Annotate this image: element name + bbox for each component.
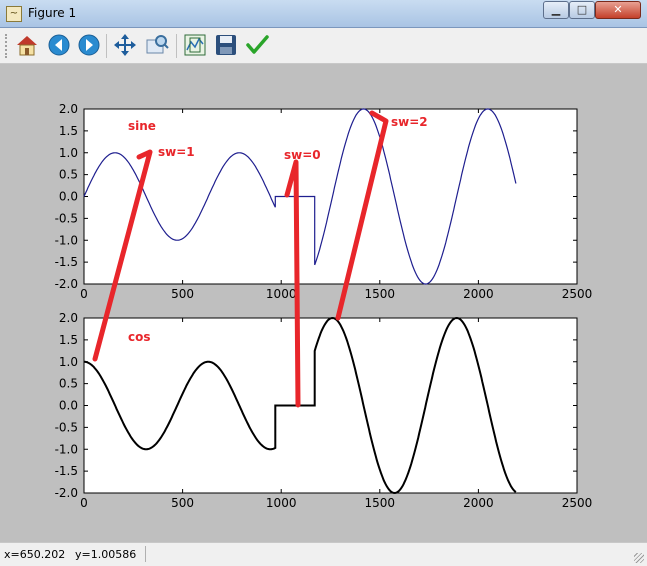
- save-button[interactable]: [213, 32, 239, 58]
- y-tick-label: -1.0: [55, 233, 78, 247]
- y-tick-label: 0.5: [59, 168, 78, 182]
- forward-icon: [78, 34, 100, 56]
- sw1-label: sw=1: [158, 145, 195, 159]
- close-icon: ✕: [613, 3, 623, 16]
- y-tick-label: 1.0: [59, 355, 78, 369]
- back-icon: [48, 34, 70, 56]
- y-tick-label: -0.5: [55, 420, 78, 434]
- x-tick-label: 1500: [365, 496, 396, 510]
- x-tick-label: 500: [171, 496, 194, 510]
- x-tick-label: 1500: [365, 287, 396, 301]
- forward-button[interactable]: [76, 32, 102, 58]
- minimize-icon: ▁: [551, 3, 561, 16]
- y-tick-label: 1.5: [59, 124, 78, 138]
- sw0-label: sw=0: [284, 148, 321, 162]
- zoom-button[interactable]: [144, 32, 170, 58]
- y-tick-label: -1.5: [55, 464, 78, 478]
- close-button[interactable]: ✕: [595, 1, 641, 19]
- pan-icon: [114, 34, 136, 56]
- save-icon: [216, 35, 236, 55]
- y-tick-label: 0.5: [59, 377, 78, 391]
- y-tick-label: -2.0: [55, 277, 78, 291]
- x-tick-label: 2500: [562, 287, 593, 301]
- navigation-toolbar: [0, 28, 647, 64]
- status-divider: [145, 546, 146, 562]
- figure-canvas[interactable]: 0 500 1000 1500 2000 2500 2.0 1.5 1.0 0.5 0.0 -0.5 -…: [0, 64, 647, 542]
- y-tick-label: -2.0: [55, 486, 78, 500]
- configure-subplots-button[interactable]: [182, 32, 208, 58]
- sine-label: sine: [128, 119, 156, 133]
- toolbar-separator: [106, 34, 107, 58]
- window-title: Figure 1: [28, 6, 77, 20]
- pan-button[interactable]: [112, 32, 138, 58]
- y-tick-label: 2.0: [59, 102, 78, 116]
- figure-svg[interactable]: 0 500 1000 1500 2000 2500 2.0 1.5 1.0 0.5 0.0 -0.5 -…: [0, 64, 647, 542]
- x-tick-label: 0: [80, 287, 88, 301]
- cursor-x-readout: x=650.202: [4, 548, 66, 561]
- status-bar: x=650.202 y=1.00586: [0, 542, 647, 566]
- y-tick-label: -1.0: [55, 442, 78, 456]
- y-tick-label: 0.0: [59, 399, 78, 413]
- home-icon: [17, 36, 37, 56]
- toolbar-separator: [176, 34, 177, 58]
- maximize-icon: □: [576, 3, 588, 16]
- zoom-icon: [146, 35, 169, 54]
- cos-label: cos: [128, 330, 151, 344]
- title-bar: ~ Figure 1 ▁ □ ✕: [0, 0, 647, 28]
- x-tick-label: 2000: [463, 496, 494, 510]
- sw2-label: sw=2: [391, 115, 428, 129]
- edit-axis-icon: [246, 35, 269, 54]
- maximize-button[interactable]: □: [569, 1, 595, 19]
- minimize-button[interactable]: ▁: [543, 1, 569, 19]
- x-tick-label: 1000: [266, 287, 297, 301]
- x-tick-label: 500: [171, 287, 194, 301]
- resize-grip-icon[interactable]: [634, 553, 644, 563]
- home-button[interactable]: [14, 32, 40, 58]
- y-tick-label: 0.0: [59, 190, 78, 204]
- toolbar-grip[interactable]: [5, 34, 10, 58]
- y-tick-label: 2.0: [59, 311, 78, 325]
- x-tick-label: 1000: [266, 496, 297, 510]
- back-button[interactable]: [46, 32, 72, 58]
- x-tick-label: 2000: [463, 287, 494, 301]
- matplotlib-icon: ~: [6, 6, 22, 22]
- cursor-y-readout: y=1.00586: [75, 548, 137, 561]
- y-tick-label: -1.5: [55, 255, 78, 269]
- x-tick-label: 0: [80, 496, 88, 510]
- y-tick-label: -0.5: [55, 211, 78, 225]
- x-tick-label: 2500: [562, 496, 593, 510]
- y-tick-label: 1.0: [59, 146, 78, 160]
- configure-subplots-icon: [184, 34, 206, 56]
- edit-axis-button[interactable]: [244, 32, 270, 58]
- y-tick-label: 1.5: [59, 333, 78, 347]
